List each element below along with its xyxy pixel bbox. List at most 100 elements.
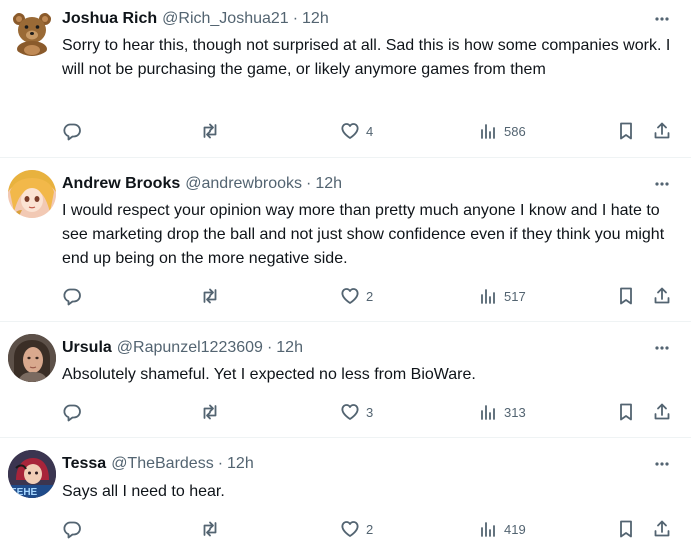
retweet-button[interactable] (200, 119, 226, 143)
separator-dot: · (266, 339, 273, 356)
like-button[interactable]: 3 (340, 400, 373, 424)
more-options-button[interactable] (651, 8, 673, 30)
views-button[interactable]: 313 (478, 400, 526, 424)
tweet-header: Joshua Rich @Rich_Joshua21 · 12h (62, 8, 329, 30)
bookmark-button[interactable] (616, 119, 636, 143)
retweet-button[interactable] (200, 400, 226, 424)
heart-icon (341, 123, 359, 139)
separator-dot: · (217, 455, 224, 472)
views-count: 313 (504, 404, 526, 420)
reply-button[interactable] (62, 284, 88, 308)
share-button[interactable] (652, 284, 672, 308)
bookmark-button[interactable] (616, 517, 636, 541)
views-bar-chart-icon (481, 405, 495, 420)
tweet[interactable]: EEHE Tessa @TheBardess · 12h Says all I … (0, 438, 691, 546)
views-bar-chart-icon (481, 124, 495, 139)
tweet[interactable]: Ursula @Rapunzel1223609 · 12h Absolutely… (0, 322, 691, 438)
views-count: 586 (504, 123, 526, 139)
retweet-button[interactable] (200, 284, 226, 308)
anime-character-avatar-icon (8, 170, 56, 218)
more-dots-icon (655, 346, 669, 350)
reply-button[interactable] (62, 400, 88, 424)
heart-icon (341, 404, 359, 420)
views-count: 419 (504, 521, 526, 537)
bookmark-icon (620, 122, 632, 140)
share-icon (654, 520, 670, 537)
reply-icon (63, 404, 81, 422)
separator-dot: · (306, 175, 312, 192)
more-options-button[interactable] (651, 453, 673, 475)
bookmark-icon (620, 520, 632, 538)
author-name[interactable]: Joshua Rich (62, 10, 157, 28)
tweet-actions: 2 419 (62, 517, 682, 541)
author-name[interactable]: Andrew Brooks (62, 175, 180, 193)
timestamp[interactable]: 12h (227, 455, 254, 473)
bookmark-icon (620, 287, 632, 305)
timestamp[interactable]: 12h (276, 339, 303, 357)
avatar[interactable] (8, 8, 56, 56)
views-button[interactable]: 517 (478, 284, 526, 308)
bookmark-icon (620, 403, 632, 421)
like-count: 3 (366, 404, 374, 420)
illustrated-character-avatar-icon: EEHE (8, 450, 56, 498)
author-handle[interactable]: @TheBardess (111, 455, 214, 473)
avatar[interactable]: EEHE (8, 450, 56, 498)
more-options-button[interactable] (651, 337, 673, 359)
retweet-icon (203, 404, 217, 420)
tweet-actions: 3 313 (62, 400, 682, 424)
views-bar-chart-icon (481, 522, 495, 537)
like-button[interactable]: 2 (340, 517, 373, 541)
tweet-actions: 2 517 (62, 284, 682, 308)
reply-button[interactable] (62, 119, 88, 143)
tweet-text: I would respect your opinion way more th… (62, 202, 665, 267)
avatar-text: EEHE (10, 487, 38, 498)
like-count: 4 (366, 123, 374, 139)
views-button[interactable]: 586 (478, 119, 526, 143)
views-button[interactable]: 419 (478, 517, 526, 541)
share-icon (654, 122, 670, 139)
author-handle[interactable]: @Rich_Joshua21 (162, 10, 289, 28)
tweet[interactable]: Andrew Brooks @andrewbrooks · 12h I woul… (0, 158, 691, 322)
like-button[interactable]: 4 (340, 119, 373, 143)
author-handle[interactable]: @Rapunzel1223609 (117, 339, 263, 357)
bookmark-button[interactable] (616, 400, 636, 424)
views-bar-chart-icon (481, 289, 495, 304)
retweet-icon (203, 123, 217, 139)
tweet-header: Andrew Brooks @andrewbrooks · 12h (62, 173, 342, 195)
like-count: 2 (366, 521, 374, 537)
author-handle[interactable]: @andrewbrooks (185, 175, 302, 193)
tweet-text: Sorry to hear this, though not surprised… (62, 37, 671, 78)
portrait-avatar-icon (8, 334, 56, 382)
author-name[interactable]: Ursula (62, 339, 112, 357)
like-count: 2 (366, 288, 374, 304)
tweet[interactable]: Joshua Rich @Rich_Joshua21 · 12h Sorry t… (0, 0, 691, 158)
avatar[interactable] (8, 170, 56, 218)
more-dots-icon (655, 462, 669, 466)
more-dots-icon (655, 17, 669, 21)
more-options-button[interactable] (651, 173, 673, 195)
reply-button[interactable] (62, 517, 88, 541)
reply-icon (63, 123, 81, 141)
heart-icon (341, 288, 359, 304)
avatar[interactable] (8, 334, 56, 382)
share-icon (654, 403, 670, 420)
more-dots-icon (655, 182, 669, 186)
heart-icon (341, 521, 359, 537)
retweet-button[interactable] (200, 517, 226, 541)
bookmark-button[interactable] (616, 284, 636, 308)
timestamp[interactable]: 12h (315, 175, 342, 193)
share-button[interactable] (652, 119, 672, 143)
share-button[interactable] (652, 517, 672, 541)
reply-icon (63, 288, 81, 306)
author-name[interactable]: Tessa (62, 455, 106, 473)
tweet-actions: 4 586 (62, 119, 682, 143)
reply-icon (63, 521, 81, 539)
separator-dot: · (292, 10, 299, 27)
timestamp[interactable]: 12h (302, 10, 329, 28)
views-count: 517 (504, 288, 526, 304)
retweet-icon (203, 288, 217, 304)
like-button[interactable]: 2 (340, 284, 373, 308)
tweet-text: Says all I need to hear. (62, 483, 225, 500)
retweet-icon (203, 521, 217, 537)
share-button[interactable] (652, 400, 672, 424)
